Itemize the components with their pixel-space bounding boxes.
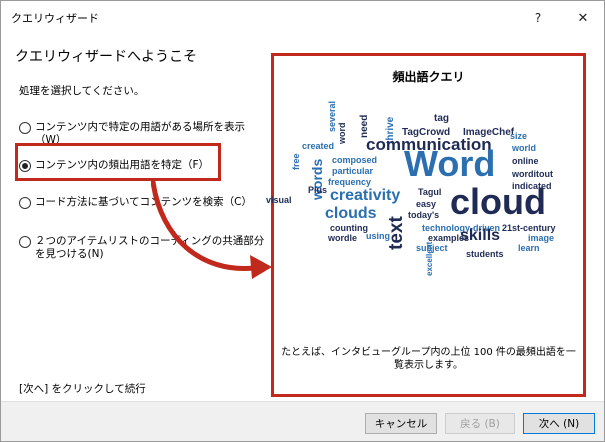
preview-title: 頻出語クエリ: [392, 70, 465, 84]
cloud-word: creativity: [330, 187, 401, 204]
cloud-word: counting: [330, 223, 368, 233]
cloud-word: 21st-century: [502, 223, 556, 233]
callout-arrow-icon: [151, 179, 272, 279]
cloud-word: free: [291, 153, 301, 170]
cloud-word: particular: [332, 166, 374, 176]
cloud-word: frequency: [328, 177, 372, 187]
cancel-button[interactable]: キャンセル: [365, 413, 437, 434]
selected-option-highlight: [15, 143, 221, 181]
cloud-word: composed: [332, 155, 378, 165]
cloud-word: online: [512, 156, 539, 166]
next-button[interactable]: 次へ (N): [523, 413, 595, 434]
cloud-word: word: [337, 122, 347, 145]
title-bar: クエリウィザード ? ✕: [1, 1, 604, 33]
cloud-word: using: [366, 231, 390, 241]
cloud-word: Plus: [308, 185, 328, 195]
cloud-word: learn: [518, 243, 540, 253]
button-bar: キャンセル 戻る (B) 次へ (N): [1, 401, 604, 441]
radio-button[interactable]: [19, 236, 31, 248]
cloud-word: Tagul: [418, 187, 442, 197]
window-title: クエリウィザード: [11, 12, 99, 25]
cloud-word: worditout: [512, 169, 553, 179]
cloud-word: examples: [428, 233, 470, 243]
word-cloud-image: tag several need thrive TagCrowd ImageCh…: [266, 101, 568, 346]
cloud-word: wordle: [328, 233, 358, 243]
cloud-word: image: [528, 233, 555, 243]
query-wizard-window: クエリウィザード ? ✕ クエリウィザードへようこそ 処理を選択してください。 …: [0, 0, 605, 442]
cloud-word: clouds: [325, 205, 377, 222]
radio-button[interactable]: [19, 197, 31, 209]
back-button[interactable]: 戻る (B): [445, 413, 515, 434]
cloud-word: today's: [408, 210, 440, 220]
cloud-word: easy: [416, 199, 437, 209]
preview-panel: 頻出語クエリ tag several need thrive TagCrowd …: [266, 53, 586, 397]
instruction-text: 処理を選択してください。: [19, 85, 145, 97]
cloud-word: tag: [434, 113, 449, 124]
welcome-heading: クエリウィザードへようこそ: [15, 49, 197, 65]
wizard-content: クエリウィザードへようこそ 処理を選択してください。 コンテンツ内で特定の用語が…: [1, 33, 604, 401]
cloud-word: created: [302, 141, 335, 151]
cloud-word: several: [327, 100, 337, 132]
preview-description: たとえば、インタビューグループ内の上位 100 件の最頻出語を一覧表示します。: [281, 347, 576, 371]
radio-button[interactable]: [19, 122, 31, 134]
cloud-word: world: [512, 143, 536, 153]
close-button[interactable]: ✕: [565, 5, 601, 31]
cloud-word: excellent: [425, 241, 434, 276]
cloud-word: students: [466, 249, 504, 259]
cloud-word: visual: [266, 195, 292, 205]
cloud-word: cloud: [450, 181, 546, 222]
help-button[interactable]: ?: [520, 5, 556, 31]
cloud-word: size: [510, 131, 528, 141]
cloud-word: Word: [404, 143, 496, 184]
next-hint-text: [次へ] をクリックして続行: [19, 383, 146, 395]
